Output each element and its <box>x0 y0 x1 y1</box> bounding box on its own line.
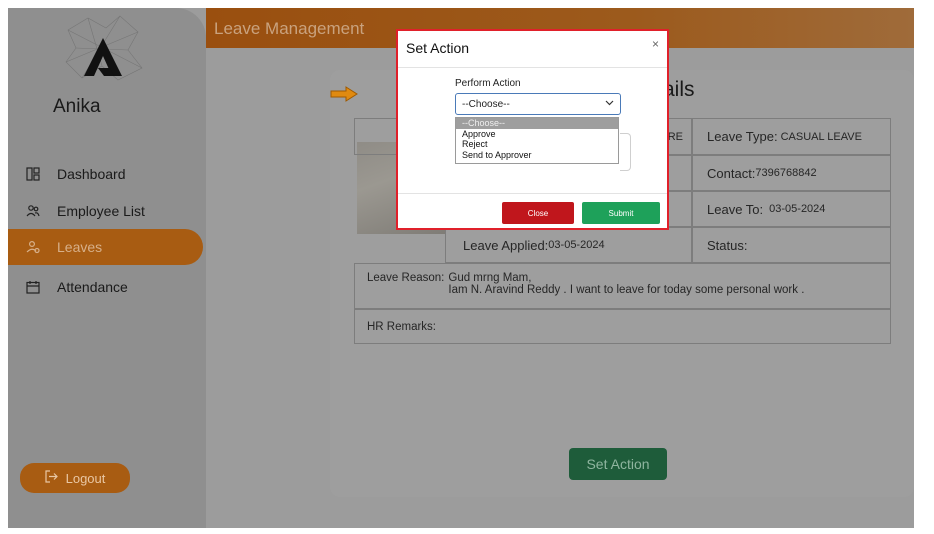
leave-applied-cell: Leave Applied: 03-05-2024 <box>445 227 692 263</box>
chevron-down-icon <box>605 98 614 110</box>
close-icon[interactable]: × <box>652 37 659 51</box>
brand-name: Anika <box>53 96 101 117</box>
leave-reason-cell: Leave Reason: Gud mrng Mam, Iam N. Aravi… <box>354 263 891 309</box>
users-icon <box>25 203 41 219</box>
page-title: Leave Management <box>214 19 365 38</box>
calendar-icon <box>25 279 41 295</box>
leave-reason-line-2: Iam N. Aravind Reddy . I want to leave f… <box>448 284 805 296</box>
leave-reason-line-1: Gud mrng Mam, <box>448 272 532 284</box>
modal-divider <box>398 67 667 68</box>
option-choose[interactable]: --Choose-- <box>456 118 618 129</box>
leave-reason-text: Gud mrng Mam, Iam N. Aravind Reddy . I w… <box>448 272 804 296</box>
status-label: Status: <box>707 237 748 253</box>
leave-type-cell: Leave Type: CASUAL LEAVE <box>692 118 891 155</box>
logout-button[interactable]: Logout <box>20 463 130 493</box>
leave-applied-label: Leave Applied: <box>463 237 549 253</box>
remarks-textarea[interactable] <box>620 133 631 171</box>
sidebar-item-label: Employee List <box>57 203 145 219</box>
sidebar-item-leaves[interactable]: Leaves <box>8 229 203 265</box>
sidebar-item-attendance[interactable]: Attendance <box>8 269 203 305</box>
perform-action-options: --Choose-- Approve Reject Send to Approv… <box>455 117 619 164</box>
option-approve[interactable]: Approve <box>456 129 618 140</box>
perform-action-select[interactable]: --Choose-- <box>455 93 621 115</box>
sidebar-item-label: Leaves <box>57 239 103 255</box>
leave-applied-value: 03-05-2024 <box>548 239 605 251</box>
sidebar-item-label: Dashboard <box>57 166 126 182</box>
submit-button[interactable]: Submit <box>582 202 660 224</box>
modal-title: Set Action <box>406 40 470 56</box>
sidebar-item-employee-list[interactable]: Employee List <box>8 193 203 229</box>
contact-cell: Contact: 7396768842 <box>692 155 891 191</box>
leave-to-value: 03-05-2024 <box>769 203 826 215</box>
leave-to-cell: Leave To: 03-05-2024 <box>692 191 891 227</box>
company-logo <box>58 10 148 90</box>
status-cell: Status: <box>692 227 891 263</box>
option-send-to-approver[interactable]: Send to Approver <box>456 150 618 161</box>
close-button[interactable]: Close <box>502 202 574 224</box>
leave-type-value: CASUAL LEAVE <box>780 130 862 143</box>
modal-footer-divider <box>398 193 667 194</box>
leave-reason-label: Leave Reason: <box>367 272 445 284</box>
perform-action-label: Perform Action <box>455 78 521 89</box>
leaves-icon <box>25 239 41 255</box>
select-value: --Choose-- <box>462 98 510 110</box>
set-action-modal: Set Action × Perform Action --Choose-- -… <box>396 29 669 230</box>
dashboard-icon <box>25 166 41 182</box>
leave-to-label: Leave To: <box>707 201 764 217</box>
sidebar-item-label: Attendance <box>57 279 128 295</box>
set-action-button[interactable]: Set Action <box>569 448 667 480</box>
option-reject[interactable]: Reject <box>456 139 618 150</box>
sidebar-item-dashboard[interactable]: Dashboard <box>8 156 203 192</box>
arrow-right-icon <box>330 86 358 102</box>
contact-value: 7396768842 <box>755 167 817 179</box>
app-window: Anika Dashboard Employee List Leaves Att… <box>8 8 914 528</box>
employee-name-fragment: RE <box>667 130 683 143</box>
logout-label: Logout <box>65 470 106 486</box>
logout-icon <box>45 470 58 486</box>
hr-remarks-cell[interactable]: HR Remarks: <box>354 309 891 344</box>
leave-type-label: Leave Type: <box>707 129 778 144</box>
sidebar: Anika Dashboard Employee List Leaves Att… <box>8 8 206 528</box>
contact-label: Contact: <box>707 165 756 181</box>
hr-remarks-label: HR Remarks: <box>367 320 437 333</box>
